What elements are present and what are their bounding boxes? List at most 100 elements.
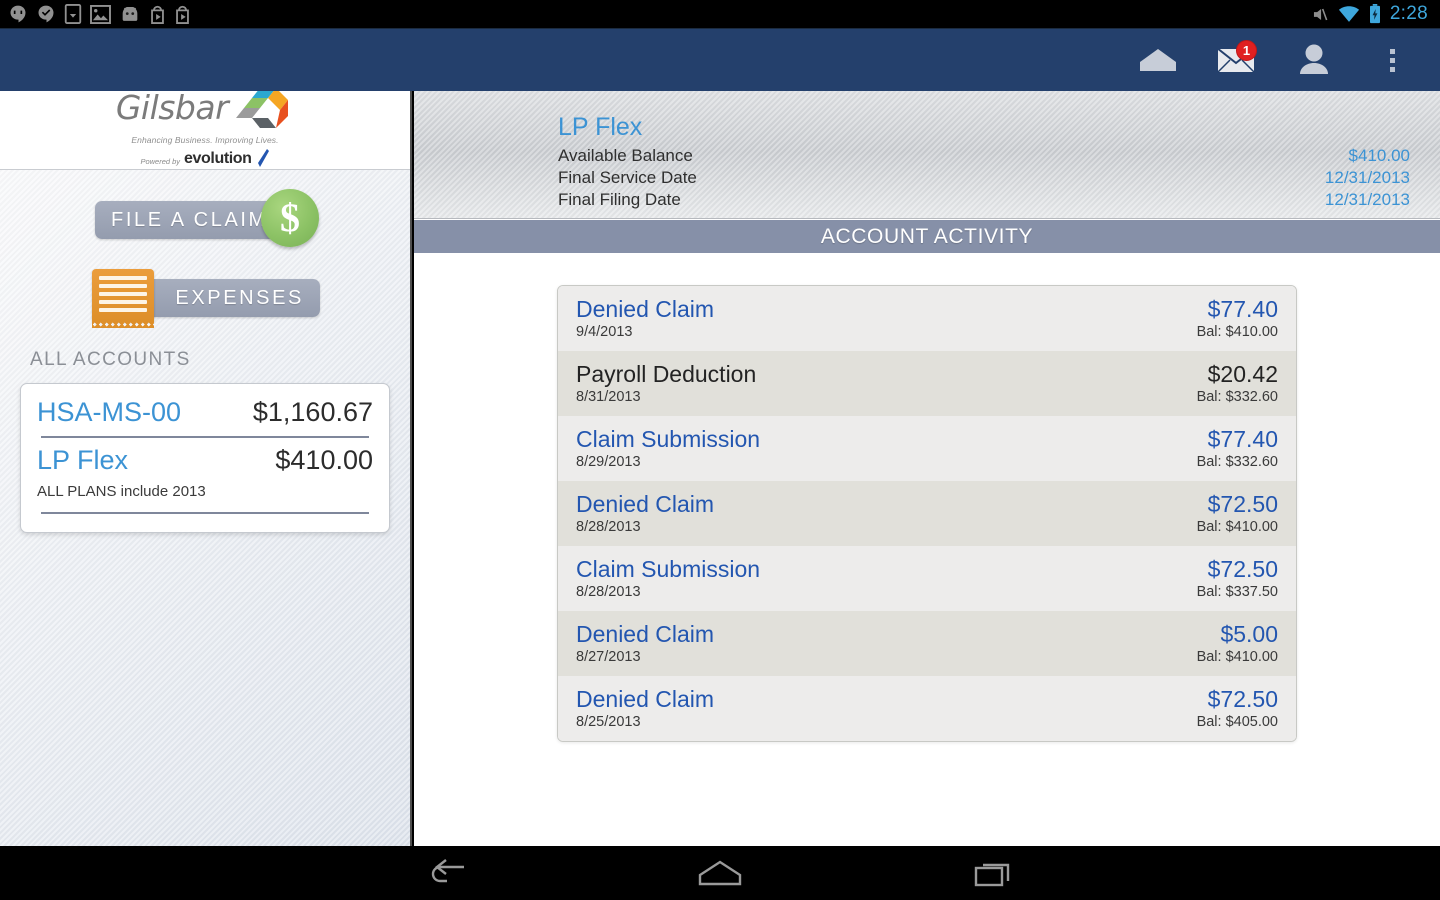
expenses-button[interactable]: EXPENSES	[0, 267, 410, 339]
table-row[interactable]: Claim Submission $77.40 8/29/2013 Bal: $…	[558, 416, 1296, 481]
play-store-icon-2	[176, 5, 189, 24]
account-activity-title-bar: ACCOUNT ACTIVITY	[414, 219, 1440, 253]
transaction-amount: $72.50	[1207, 686, 1278, 712]
home-icon	[1140, 49, 1176, 71]
account-divider	[41, 512, 369, 514]
gilsbar-mark-icon	[236, 91, 289, 128]
table-row[interactable]: Payroll Deduction $20.42 8/31/2013 Bal: …	[558, 351, 1296, 416]
transaction-name: Denied Claim	[576, 621, 715, 647]
transaction-name: Payroll Deduction	[576, 361, 757, 387]
transaction-balance: Bal: $332.60	[1196, 454, 1278, 470]
nav-recents-button[interactable]	[966, 853, 1022, 893]
transaction-date: 8/28/2013	[576, 584, 641, 600]
summary-row: Available Balance $410.00	[558, 145, 1410, 167]
transaction-name: Denied Claim	[576, 491, 715, 517]
table-row[interactable]: Denied Claim $77.40 9/4/2013 Bal: $410.0…	[558, 286, 1296, 351]
transaction-balance: Bal: $410.00	[1196, 519, 1278, 535]
messages-button[interactable]: 1	[1214, 38, 1258, 82]
status-system-icons[interactable]: 2:28	[1310, 3, 1440, 25]
checkmark-message-icon	[38, 5, 54, 23]
app-header-bar: 1	[0, 29, 1440, 91]
transaction-name: Claim Submission	[576, 426, 761, 452]
file-a-claim-button[interactable]: FILE A CLAIM $	[0, 189, 410, 263]
account-summary-header: LP Flex Available Balance $410.00 Final …	[414, 91, 1440, 219]
table-row[interactable]: Denied Claim $5.00 8/27/2013 Bal: $410.0…	[558, 611, 1296, 676]
home-icon	[698, 860, 742, 886]
account-title: LP Flex	[558, 113, 643, 141]
brand-logo: Gilsbar Enhancing Business. Improving Li…	[0, 91, 410, 170]
transaction-date: 8/25/2013	[576, 714, 641, 730]
account-list-item[interactable]: LP Flex $410.00	[37, 442, 373, 482]
platform-name: evolution	[184, 150, 252, 167]
mute-icon	[1313, 8, 1328, 20]
summary-value: $410.00	[1348, 146, 1410, 165]
back-icon	[431, 859, 464, 883]
transaction-name: Denied Claim	[576, 296, 715, 322]
photo-icon	[90, 4, 111, 24]
dollar-coin-icon: $	[261, 189, 319, 247]
powered-by-label: Powered by	[140, 157, 181, 166]
account-list-item[interactable]: HSA-MS-00 $1,160.67	[37, 394, 373, 434]
table-row[interactable]: Denied Claim $72.50 8/28/2013 Bal: $410.…	[558, 481, 1296, 546]
evolution-arrow-icon	[257, 149, 269, 167]
transaction-amount: $72.50	[1207, 491, 1278, 517]
summary-value: 12/31/2013	[1324, 168, 1410, 187]
transaction-name: Denied Claim	[576, 686, 715, 712]
account-activity-label: ACCOUNT ACTIVITY	[820, 224, 1034, 248]
account-name: HSA-MS-00	[37, 397, 182, 427]
summary-label: Available Balance	[558, 146, 693, 165]
main-content: LP Flex Available Balance $410.00 Final …	[414, 91, 1440, 846]
transaction-balance: Bal: $410.00	[1196, 649, 1278, 665]
nav-back-button[interactable]	[418, 853, 474, 893]
transaction-date: 9/4/2013	[576, 324, 633, 340]
account-name: LP Flex	[37, 445, 129, 475]
overflow-menu-button[interactable]	[1370, 38, 1414, 82]
receipt-icon	[92, 269, 154, 321]
table-row[interactable]: Claim Submission $72.50 8/28/2013 Bal: $…	[558, 546, 1296, 611]
transaction-amount: $77.40	[1207, 426, 1278, 452]
wifi-icon	[1338, 5, 1359, 22]
transaction-amount: $77.40	[1207, 296, 1278, 322]
transaction-amount: $20.42	[1207, 361, 1278, 387]
hangouts-icon	[10, 5, 26, 23]
transaction-balance: Bal: $405.00	[1196, 714, 1278, 730]
transaction-list-wrapper: Denied Claim $77.40 9/4/2013 Bal: $410.0…	[414, 253, 1440, 742]
nav-home-button[interactable]	[692, 853, 748, 893]
status-notification-icons[interactable]	[0, 4, 1310, 24]
transaction-date: 8/28/2013	[576, 519, 641, 535]
left-sidebar: Gilsbar Enhancing Business. Improving Li…	[0, 91, 412, 846]
accounts-note: ALL PLANS include 2013	[37, 483, 206, 500]
transaction-name: Claim Submission	[576, 556, 761, 582]
play-store-icon	[151, 5, 164, 24]
account-divider	[41, 436, 369, 438]
transaction-date: 8/29/2013	[576, 454, 641, 470]
status-clock: 2:28	[1389, 3, 1428, 24]
accounts-card: HSA-MS-00 $1,160.67 LP Flex $410.00 ALL …	[20, 383, 390, 533]
download-icon	[64, 4, 82, 24]
device-screen: 2:28 1 Gilsbar Enhancing Business. Impro…	[0, 0, 1440, 900]
summary-row: Final Service Date 12/31/2013	[558, 167, 1410, 189]
transaction-date: 8/31/2013	[576, 389, 641, 405]
brand-tagline: Enhancing Business. Improving Lives.	[131, 135, 279, 145]
account-balance: $1,160.67	[252, 397, 373, 427]
expenses-label: EXPENSES	[175, 286, 304, 309]
summary-value: 12/31/2013	[1324, 190, 1410, 209]
home-button[interactable]	[1136, 38, 1180, 82]
recent-apps-icon	[974, 863, 1010, 887]
transaction-balance: Bal: $332.60	[1196, 389, 1278, 405]
android-nav-bar	[0, 846, 1440, 900]
transaction-balance: Bal: $337.50	[1196, 584, 1278, 600]
brand-name: Gilsbar	[115, 91, 229, 127]
android-status-bar: 2:28	[0, 0, 1440, 29]
transaction-amount: $72.50	[1207, 556, 1278, 582]
transaction-balance: Bal: $410.00	[1196, 324, 1278, 340]
profile-button[interactable]	[1292, 38, 1336, 82]
all-accounts-heading: ALL ACCOUNTS	[30, 349, 191, 370]
overflow-menu-icon	[1389, 48, 1395, 72]
transaction-amount: $5.00	[1220, 621, 1278, 647]
receipt-zigzag-edge	[92, 321, 154, 328]
android-head-icon	[122, 6, 138, 21]
summary-row: Final Filing Date 12/31/2013	[558, 189, 1410, 211]
table-row[interactable]: Denied Claim $72.50 8/25/2013 Bal: $405.…	[558, 676, 1296, 741]
file-a-claim-label: FILE A CLAIM	[111, 208, 268, 231]
